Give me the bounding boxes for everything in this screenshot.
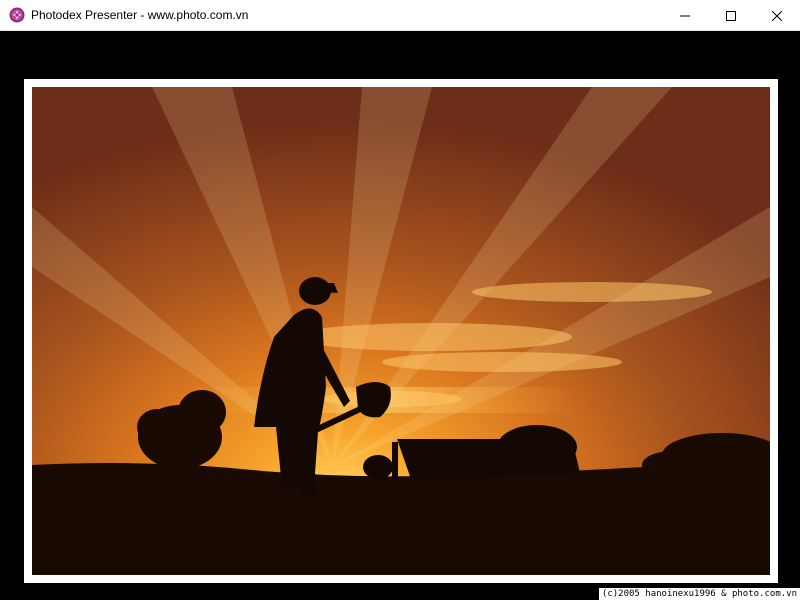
window-controls: [662, 0, 800, 31]
window-title: Photodex Presenter - www.photo.com.vn: [31, 8, 249, 22]
presenter-window: Photodex Presenter - www.photo.com.vn (c…: [0, 0, 800, 600]
close-button[interactable]: [754, 0, 800, 31]
photo-frame: [24, 79, 778, 583]
sunset-photo[interactable]: [32, 87, 770, 575]
viewer-area[interactable]: (c)2005 hanoinexu1996 & photo.com.vn: [0, 31, 800, 600]
photo-image: [32, 87, 770, 575]
title-bar[interactable]: Photodex Presenter - www.photo.com.vn: [0, 0, 800, 31]
maximize-icon: [726, 10, 736, 21]
photodex-icon[interactable]: [9, 7, 25, 23]
close-icon: [772, 10, 782, 21]
minimize-icon: [680, 11, 690, 21]
maximize-button[interactable]: [708, 0, 754, 31]
minimize-button[interactable]: [662, 0, 708, 31]
copyright-watermark: (c)2005 hanoinexu1996 & photo.com.vn: [598, 588, 800, 600]
